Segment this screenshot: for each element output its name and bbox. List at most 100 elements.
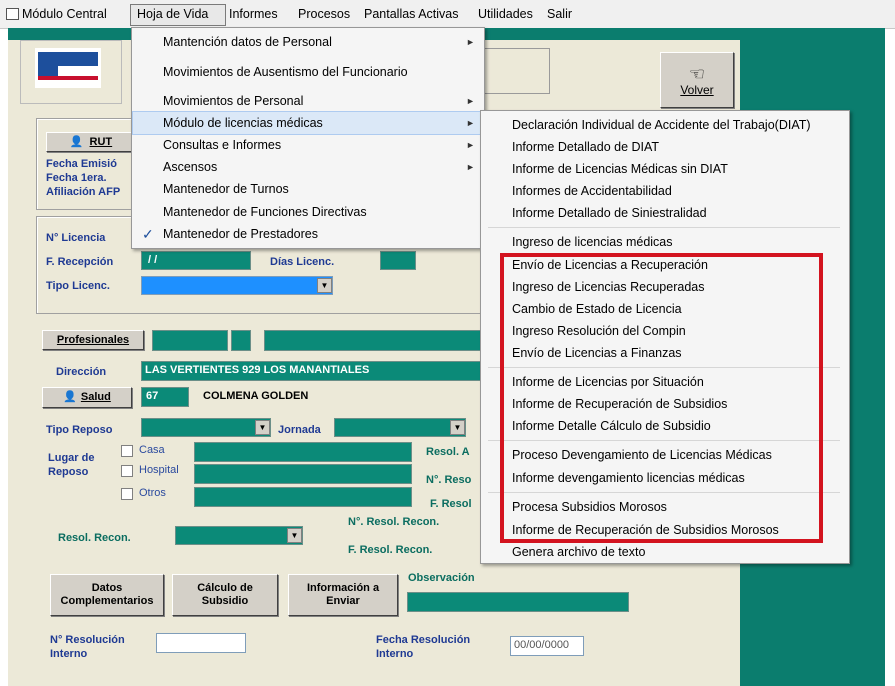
header-box <box>20 40 122 104</box>
fecha-1era-label: Fecha 1era. <box>46 172 107 184</box>
informacion-enviar-button[interactable]: Información a Enviar <box>288 574 398 616</box>
person-icon: 👤 <box>63 391 77 403</box>
calculo-label-1: Cálculo de <box>197 582 253 594</box>
menu-salir[interactable]: Salir <box>547 7 572 21</box>
menu-item-consultas-informes[interactable]: Consultas e Informes <box>163 138 281 152</box>
submenu-item-siniestralidad[interactable]: Informe Detallado de Siniestralidad <box>512 206 707 220</box>
submenu-item-ingreso-licencias[interactable]: Ingreso de licencias médicas <box>512 235 673 249</box>
n-resolucion-interno-label-2: Interno <box>50 648 88 660</box>
calculo-subsidio-button[interactable]: Cálculo de Subsidio <box>172 574 278 616</box>
resol-recon-dropdown-icon[interactable]: ▼ <box>287 528 302 543</box>
jornada-label: Jornada <box>278 424 321 436</box>
menu-hoja-de-vida[interactable]: Hoja de Vida <box>137 7 208 21</box>
n-resolucion-interno-label-1: N° Resolución <box>50 634 125 646</box>
menu-item-mantenedor-prestadores[interactable]: Mantenedor de Prestadores <box>163 227 318 241</box>
direccion-label: Dirección <box>56 366 107 378</box>
submenu-item-informe-diat[interactable]: Informe Detallado de DIAT <box>512 140 659 154</box>
salud-button[interactable]: 👤 Salud <box>42 387 132 408</box>
volver-button[interactable]: ☜ Volver <box>660 52 734 108</box>
menu-separator <box>488 227 840 228</box>
submenu-item-sin-diat[interactable]: Informe de Licencias Médicas sin DIAT <box>512 162 728 176</box>
resol-recon-label: Resol. Recon. <box>58 532 131 544</box>
f-recepcion-field[interactable] <box>141 251 251 270</box>
submenu-arrow-icon: ► <box>466 118 475 128</box>
salud-label: Salud <box>80 391 111 403</box>
menu-item-modulo-licencias[interactable]: Módulo de licencias médicas <box>163 116 323 130</box>
submenu-item-accidentabilidad[interactable]: Informes de Accidentabilidad <box>512 184 672 198</box>
direccion-value: LAS VERTIENTES 929 LOS MANANTIALES <box>145 364 370 376</box>
menu-item-movimientos-personal[interactable]: Movimientos de Personal <box>163 94 303 108</box>
menu-utilidades[interactable]: Utilidades <box>478 7 533 21</box>
n-licencia-label: N° Licencia <box>46 232 106 244</box>
menu-item-ascensos[interactable]: Ascensos <box>163 160 217 174</box>
menu-item-mantencion-datos[interactable]: Mantención datos de Personal <box>163 35 332 49</box>
tipo-reposo-label: Tipo Reposo <box>46 424 113 436</box>
salud-code-value: 67 <box>146 390 159 402</box>
highlight-annotation-box <box>500 253 823 543</box>
menu-item-mantenedor-turnos[interactable]: Mantenedor de Turnos <box>163 182 289 196</box>
submenu-item-archivo-texto[interactable]: Genera archivo de texto <box>512 545 645 559</box>
fecha-resolucion-interno-value: 00/00/0000 <box>514 639 570 651</box>
jornada-dropdown-icon[interactable]: ▼ <box>450 420 465 435</box>
calculo-label-2: Subsidio <box>201 595 249 607</box>
resol-a-label: Resol. A <box>426 446 470 458</box>
menu-informes[interactable]: Informes <box>229 7 278 21</box>
tipo-reposo-select[interactable] <box>141 418 271 437</box>
menu-procesos[interactable]: Procesos <box>298 7 350 21</box>
jornada-select[interactable] <box>334 418 466 437</box>
fecha-resolucion-interno-label-2: Interno <box>376 648 414 660</box>
fecha-emision-label: Fecha Emisió <box>46 158 117 170</box>
otros-field[interactable] <box>194 487 412 507</box>
submenu-arrow-icon: ► <box>466 162 475 172</box>
n-resol-recon-label: N°. Resol. Recon. <box>348 516 440 528</box>
submenu-item-diat[interactable]: Declaración Individual de Accidente del … <box>512 118 811 132</box>
rut-label: RUT <box>89 135 113 148</box>
menu-pantallas-activas[interactable]: Pantallas Activas <box>364 7 459 21</box>
hospital-field[interactable] <box>194 464 412 484</box>
fecha-resolucion-interno-label-1: Fecha Resolución <box>376 634 471 646</box>
rut-button[interactable]: 👤 RUT <box>46 132 136 152</box>
f-resol-recon-label: F. Resol. Recon. <box>348 544 433 556</box>
menu-bar: Módulo Central Hoja de Vida Informes Pro… <box>0 0 895 29</box>
submenu-arrow-icon: ► <box>466 37 475 47</box>
otros-checkbox[interactable] <box>121 488 133 500</box>
f-recepcion-label: F. Recepción <box>46 256 114 268</box>
info-label-2: Enviar <box>326 595 360 607</box>
hand-pointer-icon: ☜ <box>688 63 706 84</box>
profesional-code-field[interactable] <box>152 330 228 351</box>
person-icon: 👤 <box>69 135 84 148</box>
tipo-licenc-label: Tipo Licenc. <box>46 280 110 292</box>
hospital-label: Hospital <box>139 464 179 476</box>
resol-recon-select[interactable] <box>175 526 303 545</box>
profesionales-label: Profesionales <box>56 333 130 346</box>
profesional-name-field[interactable] <box>264 330 484 351</box>
check-icon: ✓ <box>142 226 154 242</box>
n-reso-label: N°. Reso <box>426 474 472 486</box>
submenu-arrow-icon: ► <box>466 140 475 150</box>
datos-label-1: Datos <box>91 582 123 594</box>
dias-licenc-field[interactable] <box>380 251 416 270</box>
profesional-dv-field[interactable] <box>231 330 251 351</box>
lugar-reposo-label-2: Reposo <box>48 466 89 478</box>
n-resolucion-interno-field[interactable] <box>156 633 246 653</box>
observacion-field[interactable] <box>407 592 629 612</box>
submenu-arrow-icon: ► <box>466 96 475 106</box>
afiliacion-label: Afiliación AFP <box>46 186 121 198</box>
profesionales-button[interactable]: Profesionales <box>42 330 144 350</box>
hospital-checkbox[interactable] <box>121 465 133 477</box>
tipo-licenc-dropdown-icon[interactable]: ▼ <box>317 278 332 293</box>
dias-licenc-label: Días Licenc. <box>270 256 335 268</box>
casa-field[interactable] <box>194 442 412 462</box>
datos-complementarios-button[interactable]: Datos Complementarios <box>50 574 164 616</box>
tipo-reposo-dropdown-icon[interactable]: ▼ <box>255 420 270 435</box>
menu-item-mantenedor-funciones[interactable]: Mantenedor de Funciones Directivas <box>163 205 367 219</box>
info-box <box>484 48 550 94</box>
tipo-licenc-select[interactable] <box>141 276 333 295</box>
datos-label-2: Complementarios <box>60 595 154 607</box>
menu-item-movimientos-ausentismo[interactable]: Movimientos de Ausentismo del Funcionari… <box>163 65 408 79</box>
observacion-label: Observación <box>408 572 475 584</box>
casa-checkbox[interactable] <box>121 445 133 457</box>
lugar-reposo-label-1: Lugar de <box>48 452 95 464</box>
f-recepcion-value: / / <box>148 254 158 266</box>
menu-modulo-central[interactable]: Módulo Central <box>22 7 107 21</box>
